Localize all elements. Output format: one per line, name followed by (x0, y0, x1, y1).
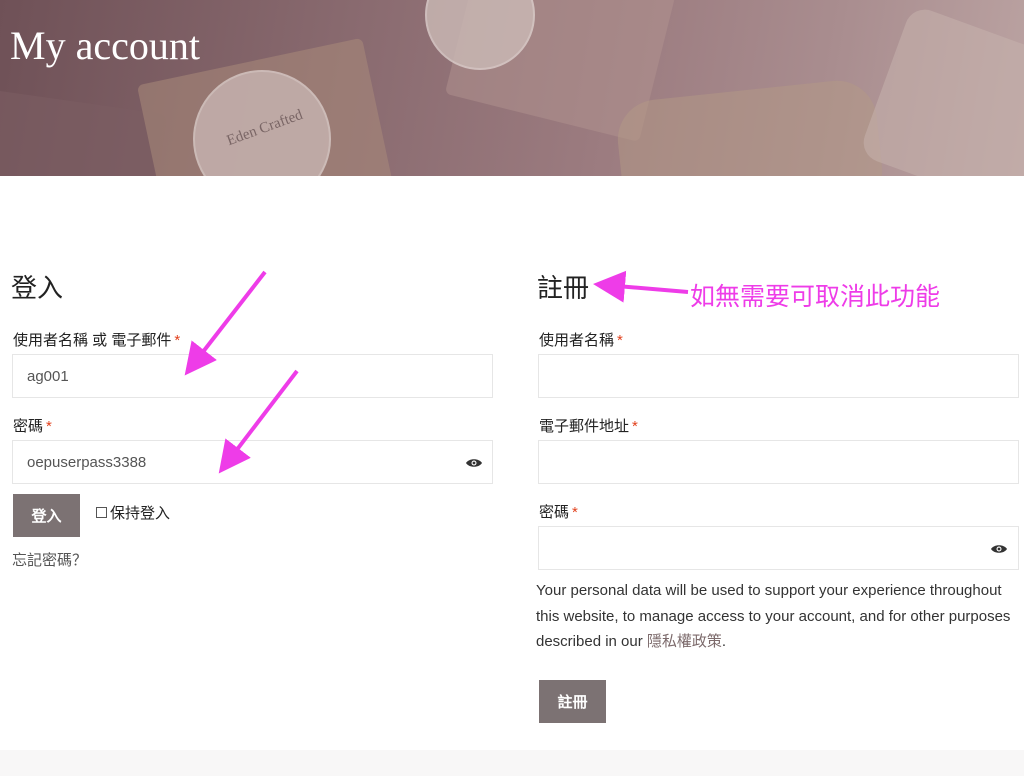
lost-password-link[interactable]: 忘記密碼？ (12, 549, 87, 570)
annotation-note: 如無需要可取消此功能 (690, 283, 941, 311)
register-username-label: 使用者名稱 * (539, 332, 623, 349)
annotation-arrow (593, 270, 689, 303)
eye-icon[interactable] (465, 457, 483, 469)
login-username-input[interactable] (12, 354, 493, 398)
soap-image (858, 4, 1024, 176)
required-mark: * (572, 504, 578, 521)
eye-icon[interactable] (990, 543, 1008, 555)
footer-strip (0, 750, 1024, 776)
required-mark: * (632, 418, 638, 435)
register-password-label: 密碼 * (539, 504, 578, 521)
remember-checkbox[interactable] (96, 507, 107, 518)
register-heading: 註冊 (537, 274, 590, 303)
login-heading: 登入 (11, 274, 64, 303)
register-email-input[interactable] (538, 440, 1019, 484)
required-mark: * (174, 332, 181, 349)
remember-label: 保持登入 (110, 505, 171, 522)
register-password-input[interactable] (538, 526, 1019, 570)
login-button[interactable]: 登入 (13, 494, 80, 537)
privacy-notice: Your personal data will be used to suppo… (536, 582, 1011, 650)
page-title: My account (10, 23, 200, 68)
remember-me[interactable]: 保持登入 (96, 502, 170, 523)
register-email-label: 電子郵件地址 * (539, 418, 638, 435)
soap-image (613, 76, 887, 176)
required-mark: * (617, 332, 623, 349)
annotation-arrow (184, 270, 267, 376)
hero-banner: Eden Crafted My account (0, 0, 1024, 176)
login-password-label: 密碼 * (13, 418, 52, 435)
login-password-input[interactable] (12, 440, 493, 484)
login-username-label: 使用者名稱 或 電子郵件 * (13, 332, 181, 349)
privacy-policy-link[interactable]: 隱私權政策 (647, 633, 722, 650)
required-mark: * (46, 418, 52, 435)
register-button[interactable]: 註冊 (539, 680, 606, 723)
register-username-input[interactable] (538, 354, 1019, 398)
